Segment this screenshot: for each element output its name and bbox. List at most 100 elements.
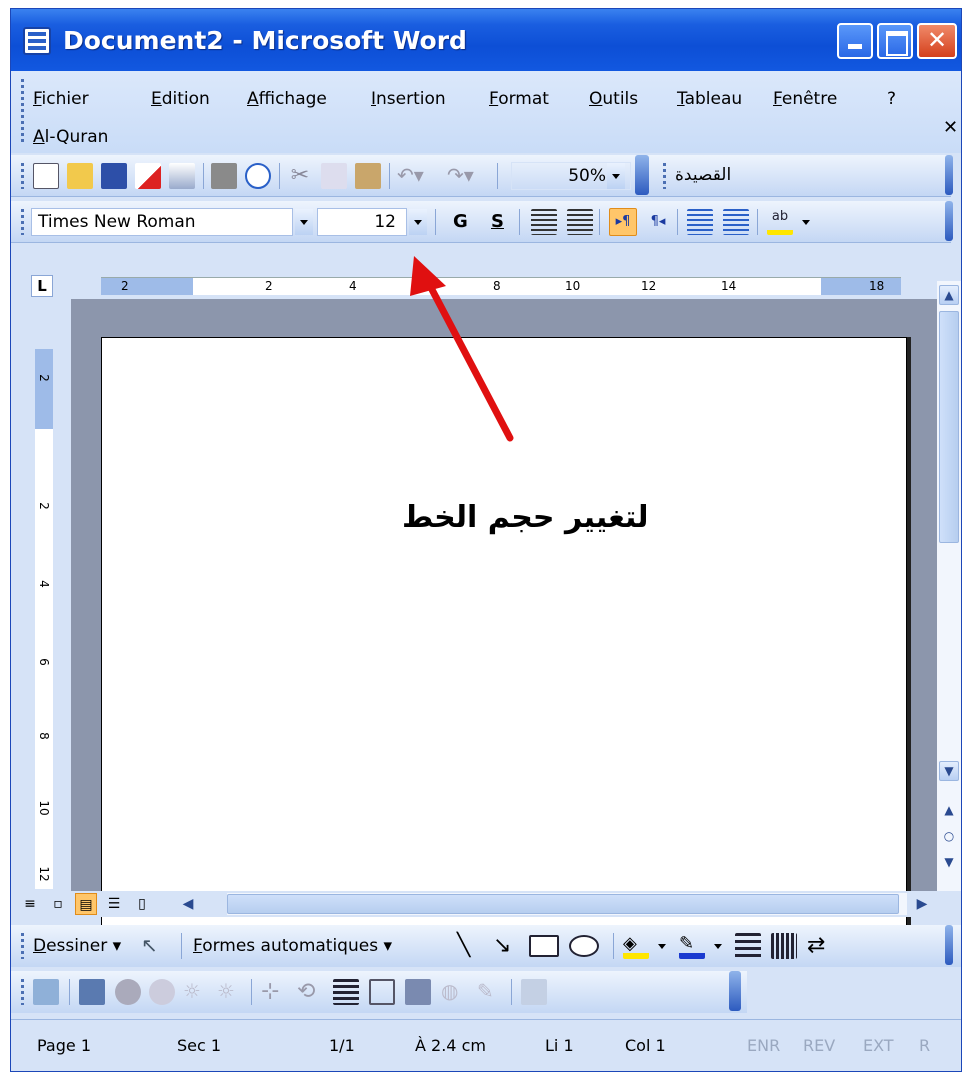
align-right-icon[interactable] bbox=[567, 209, 593, 235]
line-icon[interactable]: ╲ bbox=[457, 933, 483, 959]
title-bar[interactable]: Document2 - Microsoft Word bbox=[11, 9, 961, 71]
save-icon[interactable] bbox=[101, 163, 127, 189]
print-layout-view-icon[interactable]: ▤ bbox=[75, 893, 97, 915]
close-document-icon[interactable]: ✕ bbox=[943, 117, 958, 138]
rotate-icon[interactable]: ⟲ bbox=[297, 979, 323, 1005]
toolbar-options-icon[interactable] bbox=[635, 155, 649, 195]
highlight-icon[interactable]: ab bbox=[767, 209, 793, 235]
document-page[interactable]: لتغيير حجم الخط bbox=[101, 337, 907, 937]
arabic-style-label[interactable]: القصيدة bbox=[675, 165, 745, 185]
menu-fenetre[interactable]: Fenêtre bbox=[773, 89, 837, 109]
zoom-dropdown-icon[interactable] bbox=[607, 163, 625, 189]
maximize-button[interactable] bbox=[877, 23, 913, 59]
vertical-scrollbar[interactable]: ▲ ▼ ▲ ○ ▼ bbox=[937, 281, 961, 901]
previous-page-icon[interactable]: ▲ bbox=[939, 801, 959, 821]
arrow-icon[interactable]: ↘ bbox=[493, 933, 519, 959]
copy-icon[interactable] bbox=[321, 163, 347, 189]
redo-icon[interactable]: ↷▾ bbox=[447, 163, 474, 189]
paste-icon[interactable] bbox=[355, 163, 381, 189]
highlight-dropdown-icon[interactable] bbox=[797, 209, 815, 235]
toolbar-grip[interactable] bbox=[21, 163, 24, 189]
menu-tableau[interactable]: Tableau bbox=[677, 89, 742, 109]
browse-object-icon[interactable]: ○ bbox=[939, 827, 959, 847]
toolbar-grip[interactable] bbox=[21, 979, 24, 1005]
toolbar-grip[interactable] bbox=[21, 933, 24, 959]
line-color-icon[interactable]: ✎ bbox=[679, 933, 705, 959]
line-style-icon[interactable] bbox=[735, 933, 761, 959]
next-page-icon[interactable]: ▼ bbox=[939, 853, 959, 873]
font-size-dropdown-icon[interactable] bbox=[409, 209, 427, 235]
align-center-icon[interactable] bbox=[531, 209, 557, 235]
close-button[interactable] bbox=[917, 23, 957, 59]
select-objects-icon[interactable]: ↖ bbox=[141, 933, 167, 959]
text-wrapping-icon[interactable] bbox=[405, 979, 431, 1005]
more-contrast-icon[interactable] bbox=[115, 979, 141, 1005]
arrow-style-icon[interactable]: ⇄ bbox=[807, 933, 833, 959]
toolbar-overflow-icon[interactable] bbox=[945, 925, 953, 965]
tab-selector-button[interactable]: L bbox=[31, 275, 53, 297]
word-app-icon[interactable] bbox=[23, 27, 51, 55]
horizontal-ruler[interactable]: 2 2 4 6 8 10 12 14 18 bbox=[101, 277, 901, 295]
reading-view-icon[interactable]: ▯ bbox=[131, 893, 153, 915]
crop-icon[interactable]: ⊹ bbox=[261, 979, 287, 1005]
font-name-dropdown-icon[interactable] bbox=[295, 209, 313, 235]
vertical-scroll-thumb[interactable] bbox=[939, 311, 959, 543]
scroll-up-icon[interactable]: ▲ bbox=[939, 285, 959, 305]
fill-color-dropdown-icon[interactable] bbox=[653, 933, 671, 959]
cut-icon[interactable]: ✂ bbox=[287, 163, 313, 189]
dash-style-icon[interactable] bbox=[771, 933, 797, 959]
toolbar-grip[interactable] bbox=[21, 209, 24, 235]
email-icon[interactable] bbox=[169, 163, 195, 189]
menu-al-quran[interactable]: Al-Quran bbox=[33, 127, 108, 147]
status-record-macro[interactable]: ENR bbox=[747, 1036, 780, 1055]
menubar-grip[interactable] bbox=[21, 79, 24, 145]
open-folder-icon[interactable] bbox=[67, 163, 93, 189]
toolbar-grip[interactable] bbox=[663, 163, 666, 189]
status-extend[interactable]: EXT bbox=[863, 1036, 894, 1055]
less-contrast-icon[interactable] bbox=[149, 979, 175, 1005]
toolbar-options-icon[interactable] bbox=[729, 971, 741, 1011]
vertical-ruler[interactable]: 2 2 4 6 8 10 12 bbox=[35, 349, 53, 889]
minimize-button[interactable] bbox=[837, 23, 873, 59]
format-picture-icon[interactable]: ◍ bbox=[441, 979, 467, 1005]
draw-menu-button[interactable]: Dessiner ▾ bbox=[33, 936, 121, 956]
horizontal-scrollbar[interactable] bbox=[227, 893, 907, 915]
menu-outils[interactable]: Outils bbox=[589, 89, 638, 109]
oval-icon[interactable] bbox=[569, 935, 599, 957]
menu-affichage[interactable]: Affichage bbox=[247, 89, 327, 109]
menu-format[interactable]: Format bbox=[489, 89, 549, 109]
undo-icon[interactable]: ↶▾ bbox=[397, 163, 424, 189]
font-size-combo[interactable]: 12 bbox=[317, 208, 407, 236]
outline-view-icon[interactable]: ☰ bbox=[103, 893, 125, 915]
more-brightness-icon[interactable]: ☼ bbox=[183, 979, 209, 1005]
status-overtype[interactable]: R bbox=[919, 1036, 930, 1055]
permission-icon[interactable] bbox=[135, 163, 161, 189]
insert-picture-icon[interactable] bbox=[33, 979, 59, 1005]
menu-fichier[interactable]: Fichier bbox=[33, 89, 89, 109]
normal-view-icon[interactable]: ≡ bbox=[19, 893, 41, 915]
menu-insertion[interactable]: Insertion bbox=[371, 89, 446, 109]
menu-help[interactable]: ? bbox=[887, 89, 896, 109]
shadow-button[interactable]: S bbox=[491, 211, 504, 232]
web-view-icon[interactable]: ▫ bbox=[47, 893, 69, 915]
rectangle-icon[interactable] bbox=[529, 935, 559, 957]
font-name-combo[interactable]: Times New Roman bbox=[31, 208, 293, 236]
print-preview-icon[interactable] bbox=[245, 163, 271, 189]
scroll-down-icon[interactable]: ▼ bbox=[939, 761, 959, 781]
horizontal-scroll-thumb[interactable] bbox=[227, 894, 899, 914]
scroll-left-icon[interactable]: ◀ bbox=[177, 893, 199, 915]
bold-button[interactable]: G bbox=[453, 211, 468, 232]
fill-color-icon[interactable]: ◈ bbox=[623, 933, 649, 959]
toolbar-overflow-icon[interactable] bbox=[945, 155, 953, 195]
rtl-paragraph-icon[interactable]: ¶◂ bbox=[645, 209, 671, 235]
less-brightness-icon[interactable]: ☼ bbox=[217, 979, 243, 1005]
menu-edition[interactable]: Edition bbox=[151, 89, 210, 109]
autoshapes-menu-button[interactable]: Formes automatiques ▾ bbox=[193, 936, 392, 956]
toolbar-overflow-icon[interactable] bbox=[945, 201, 953, 241]
set-transparent-icon[interactable]: ✎ bbox=[477, 979, 503, 1005]
print-icon[interactable] bbox=[211, 163, 237, 189]
line-style-picture-icon[interactable] bbox=[333, 979, 359, 1005]
status-track-changes[interactable]: REV bbox=[803, 1036, 835, 1055]
increase-indent-icon[interactable] bbox=[723, 209, 749, 235]
decrease-indent-icon[interactable] bbox=[687, 209, 713, 235]
